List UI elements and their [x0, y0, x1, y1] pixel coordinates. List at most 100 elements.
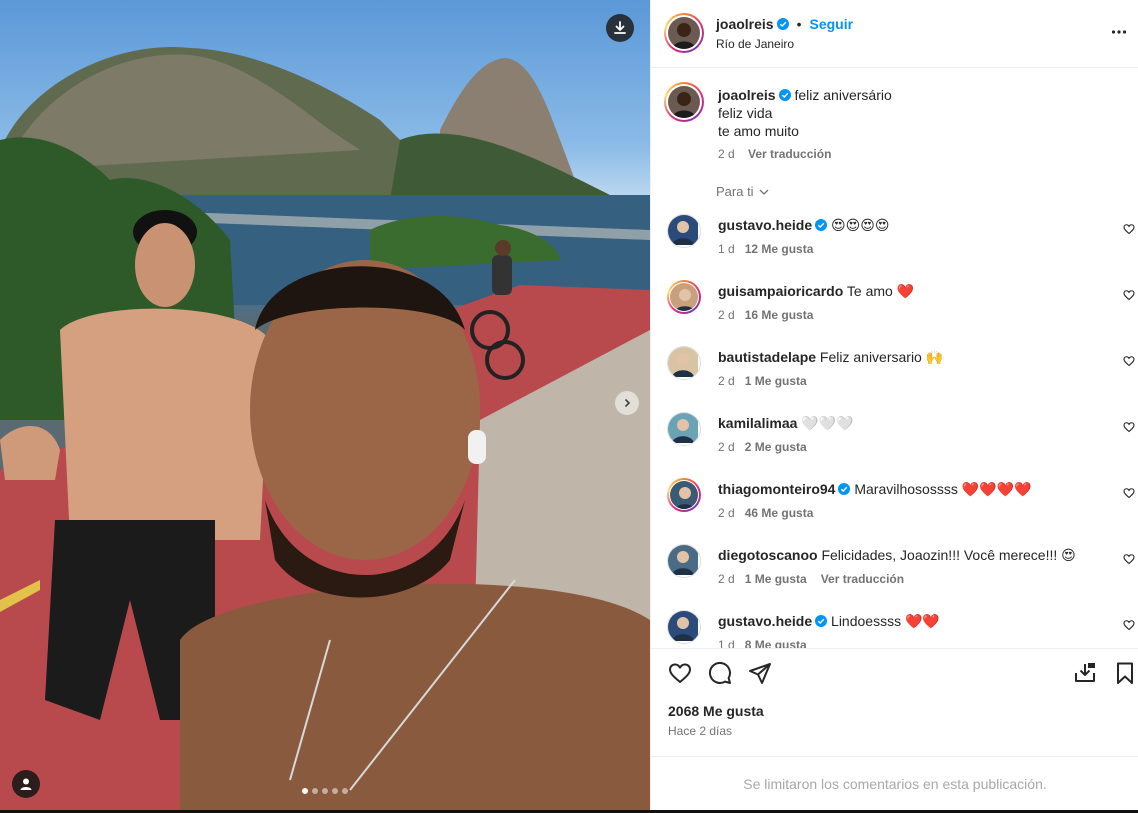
likes-count[interactable]: 2068 Me gusta [668, 703, 764, 719]
commenter-avatar[interactable] [667, 214, 701, 248]
comment-text: Felicidades, Joaozin!!! Você merece!!! 😍 [821, 547, 1076, 563]
post-photo[interactable] [0, 0, 650, 810]
comment-item: guisampaioricardo Te amo ❤️ 2 d 16 Me gus… [651, 276, 1138, 342]
download-icon[interactable] [606, 14, 634, 42]
comment-text-line: bautistadelape Feliz aniversario 🙌 [718, 348, 943, 366]
comment-meta: 1 d 12 Me gusta [718, 242, 813, 256]
tagged-user-icon[interactable] [12, 770, 40, 798]
comment-text-line: gustavo.heide Lindoessss ❤️❤️ [718, 612, 940, 630]
commenter-username[interactable]: kamilalimaa [718, 415, 797, 431]
comment-text-line: thiagomonteiro94 Maravilhosossss ❤️❤️❤️❤… [718, 480, 1031, 498]
comment-time[interactable]: 2 d [718, 440, 735, 454]
comment-meta: 2 d 16 Me gusta [718, 308, 813, 322]
commenter-username[interactable]: gustavo.heide [718, 217, 812, 233]
separator-dot: • [796, 16, 802, 32]
verified-badge-icon [815, 219, 828, 231]
comment-like-heart-icon[interactable] [1123, 420, 1135, 436]
location-link[interactable]: Río de Janeiro [716, 37, 794, 51]
caption-time[interactable]: 2 d [718, 147, 735, 161]
comment-sort-dropdown[interactable]: Para ti [716, 184, 770, 199]
verified-badge-icon [776, 18, 789, 30]
carousel-dot [332, 788, 338, 794]
comment-meta: 1 d 8 Me gusta [718, 638, 807, 648]
comment-time[interactable]: 2 d [718, 308, 735, 322]
caption-line: feliz vida [718, 105, 773, 121]
comment-text: Feliz aniversario 🙌 [819, 349, 944, 365]
comment-likes[interactable]: 8 Me gusta [745, 638, 807, 648]
share-send-icon[interactable] [748, 661, 772, 688]
commenter-avatar[interactable] [667, 478, 701, 512]
carousel-dot [302, 788, 308, 794]
chevron-down-icon [759, 189, 769, 195]
commenter-username[interactable]: gustavo.heide [718, 613, 812, 629]
comment-likes[interactable]: 1 Me gusta [745, 572, 807, 586]
post-detail-panel: joaolreis • Seguir Río de Janeiro joaolr… [650, 0, 1138, 810]
comment-time[interactable]: 2 d [718, 572, 735, 586]
comment-meta: 2 d 2 Me gusta [718, 440, 807, 454]
comment-likes[interactable]: 12 Me gusta [745, 242, 814, 256]
commenter-username[interactable]: bautistadelape [718, 349, 816, 365]
comment-item: gustavo.heide 😍😍😍😍 1 d 12 Me gusta [651, 210, 1138, 276]
next-photo-chevron-icon[interactable] [615, 391, 639, 415]
comment-like-heart-icon[interactable] [1123, 552, 1135, 568]
like-heart-icon[interactable] [668, 661, 692, 688]
comment-meta: 2 d 46 Me gusta [718, 506, 813, 520]
comment-like-heart-icon[interactable] [1123, 618, 1135, 634]
comment-meta: 2 d 1 Me gusta Ver traducción [718, 572, 904, 586]
comment-like-heart-icon[interactable] [1123, 354, 1135, 370]
comment-like-heart-icon[interactable] [1123, 486, 1135, 502]
commenter-avatar[interactable] [667, 412, 701, 446]
verified-badge-icon [838, 483, 851, 495]
comment-item: kamilalimaa 🤍🤍🤍 2 d 2 Me gusta [651, 408, 1138, 474]
commenter-avatar[interactable] [667, 280, 701, 314]
comment-likes[interactable]: 16 Me gusta [745, 308, 814, 322]
comment-meta: 2 d 1 Me gusta [718, 374, 807, 388]
comments-list[interactable]: gustavo.heide 😍😍😍😍 1 d 12 Me gusta guisam… [651, 210, 1138, 648]
carousel-dot [322, 788, 328, 794]
comment-time[interactable]: 2 d [718, 506, 735, 520]
comment-likes[interactable]: 46 Me gusta [745, 506, 814, 520]
bookmark-icon[interactable] [1113, 661, 1137, 688]
carousel-dot [312, 788, 318, 794]
comment-text: Lindoessss ❤️❤️ [831, 613, 940, 629]
comment-item: bautistadelape Feliz aniversario 🙌 2 d 1 … [651, 342, 1138, 408]
comment-item: diegotoscanoo Felicidades, Joaozin!!! Vo… [651, 540, 1138, 606]
caption-username[interactable]: joaolreis [718, 87, 776, 103]
save-to-device-icon[interactable] [1073, 661, 1097, 688]
author-avatar[interactable] [664, 13, 704, 53]
comment-item: gustavo.heide Lindoessss ❤️❤️ 1 d 8 Me gu… [651, 606, 1138, 648]
comment-likes[interactable]: 1 Me gusta [745, 374, 807, 388]
comment-time[interactable]: 1 d [718, 638, 735, 648]
comment-like-heart-icon[interactable] [1123, 288, 1135, 304]
post-header: joaolreis • Seguir Río de Janeiro [651, 0, 1138, 68]
commenter-avatar[interactable] [667, 346, 701, 380]
comment-like-heart-icon[interactable] [1123, 222, 1135, 238]
comment-text: 🤍🤍🤍 [801, 415, 854, 431]
photo-scene [0, 46, 650, 810]
verified-badge-icon [815, 615, 828, 627]
see-translation-link[interactable]: Ver traducción [748, 147, 831, 161]
comment-bubble-icon[interactable] [708, 661, 732, 688]
post-timestamp[interactable]: Hace 2 días [668, 724, 732, 738]
comment-time[interactable]: 1 d [718, 242, 735, 256]
verified-badge-icon [778, 89, 791, 101]
follow-button[interactable]: Seguir [810, 16, 854, 32]
commenter-avatar[interactable] [667, 544, 701, 578]
comment-text-line: diegotoscanoo Felicidades, Joaozin!!! Vo… [718, 546, 1076, 564]
commenter-username[interactable]: diegotoscanoo [718, 547, 818, 563]
carousel-indicator [302, 788, 348, 794]
caption-avatar[interactable] [664, 82, 704, 122]
see-translation-link[interactable]: Ver traducción [821, 572, 904, 586]
carousel-dot [342, 788, 348, 794]
comment-text: 😍😍😍😍 [831, 217, 890, 233]
comment-likes[interactable]: 2 Me gusta [745, 440, 807, 454]
comment-time[interactable]: 2 d [718, 374, 735, 388]
commenter-username[interactable]: guisampaioricardo [718, 283, 843, 299]
commenter-avatar[interactable] [667, 610, 701, 644]
caption-meta: 2 d Ver traducción [718, 147, 831, 161]
commenter-username[interactable]: thiagomonteiro94 [718, 481, 835, 497]
caption-line: te amo muito [718, 123, 799, 139]
author-username[interactable]: joaolreis [716, 16, 774, 32]
more-options-icon[interactable] [1111, 24, 1127, 43]
comment-sort-label: Para ti [716, 184, 754, 199]
